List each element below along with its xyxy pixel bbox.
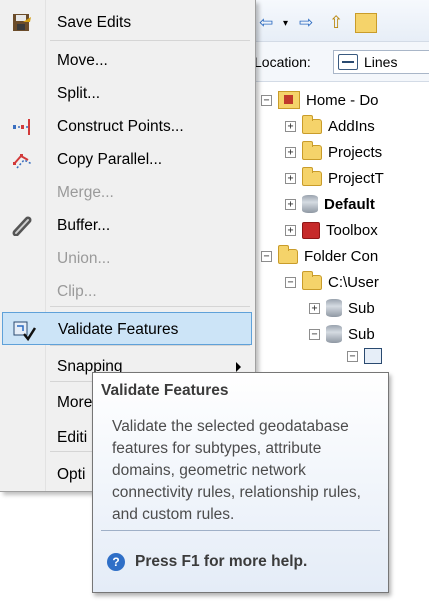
menu-item-label: Copy Parallel... bbox=[57, 151, 163, 168]
tree-row-label: AddIns bbox=[328, 117, 375, 135]
tree-row[interactable]: − Home - Do bbox=[261, 87, 379, 113]
menu-item-save-edits[interactable]: Save Edits bbox=[0, 6, 253, 39]
tooltip-help: ? Press F1 for more help. bbox=[107, 553, 307, 571]
menu-item-label: Merge... bbox=[57, 184, 114, 201]
forward-arrow-icon[interactable]: ⇨ bbox=[299, 13, 313, 33]
expand-icon[interactable]: + bbox=[285, 120, 296, 132]
tree-row-label: Sub bbox=[348, 299, 375, 317]
tree-row[interactable]: + Projects bbox=[285, 139, 382, 165]
tree-row-label: Home - Do bbox=[306, 91, 379, 109]
folder-icon bbox=[302, 140, 322, 160]
up-one-level-icon[interactable]: ⇧ bbox=[329, 13, 343, 33]
collapse-icon[interactable]: − bbox=[309, 328, 320, 340]
tooltip: Validate Features Validate the selected … bbox=[92, 372, 389, 593]
menu-item-label: Union... bbox=[57, 250, 111, 267]
toolbox-icon bbox=[302, 221, 320, 239]
tree-row-feature-dataset[interactable]: − bbox=[347, 343, 386, 369]
construct-points-icon bbox=[12, 117, 34, 137]
menu-item-copy-parallel[interactable]: Copy Parallel... bbox=[0, 143, 253, 176]
submenu-arrow-icon bbox=[236, 362, 241, 372]
collapse-icon[interactable]: − bbox=[285, 276, 296, 288]
menu-item-label: Clip... bbox=[57, 283, 97, 300]
buffer-icon bbox=[12, 216, 34, 237]
geodatabase-icon bbox=[326, 325, 342, 343]
feature-class-lines-icon bbox=[338, 54, 358, 70]
menu-item-buffer[interactable]: Buffer... bbox=[0, 209, 253, 242]
folder-connection-icon bbox=[302, 270, 322, 290]
expand-icon[interactable]: + bbox=[285, 172, 296, 184]
menu-item-label: Editi bbox=[57, 429, 88, 446]
save-edits-icon bbox=[12, 13, 34, 33]
collapse-icon[interactable]: − bbox=[347, 350, 358, 362]
tree-row-label: ProjectT bbox=[328, 169, 384, 187]
expand-icon[interactable]: + bbox=[285, 146, 296, 158]
menu-item-split[interactable]: Split... bbox=[0, 77, 253, 110]
tree-row-label: Sub bbox=[348, 325, 375, 343]
tooltip-divider bbox=[101, 530, 380, 531]
home-folder-icon bbox=[278, 91, 300, 109]
home-icon[interactable] bbox=[355, 13, 377, 33]
feature-dataset-icon bbox=[364, 348, 382, 364]
tree-row-label: Toolbox bbox=[326, 221, 378, 239]
help-icon: ? bbox=[107, 553, 125, 571]
tree-row[interactable]: − Folder Con bbox=[261, 243, 378, 269]
menu-item-move[interactable]: Move... bbox=[0, 44, 253, 77]
menu-item-label: Save Edits bbox=[57, 14, 132, 31]
tree-row-label: C:\User bbox=[328, 273, 379, 291]
menu-item-label: Construct Points... bbox=[57, 118, 184, 135]
collapse-icon[interactable]: − bbox=[261, 94, 272, 106]
tree-row-label: Default bbox=[324, 195, 375, 213]
location-bar: Location: Lines bbox=[251, 42, 429, 82]
folder-icon bbox=[302, 166, 322, 186]
menu-item-clip[interactable]: Clip... bbox=[0, 275, 253, 308]
menu-item-label: Split... bbox=[57, 85, 101, 102]
menu-item-label: Validate Features bbox=[58, 321, 179, 338]
expand-icon[interactable]: + bbox=[309, 302, 320, 314]
tree-row[interactable]: − C:\User bbox=[285, 269, 379, 295]
menu-separator bbox=[50, 40, 250, 41]
location-label: Location: bbox=[254, 54, 311, 70]
default-geodatabase-icon bbox=[302, 195, 318, 213]
menu-item-merge[interactable]: Merge... bbox=[0, 176, 253, 209]
menu-item-validate-features[interactable]: Validate Features bbox=[2, 312, 252, 345]
geodatabase-icon bbox=[326, 299, 342, 317]
menu-item-label: Opti bbox=[57, 466, 86, 483]
menu-item-label: Move... bbox=[57, 52, 108, 69]
tree-row[interactable]: + ProjectT bbox=[285, 165, 384, 191]
folder-connections-icon bbox=[278, 244, 298, 264]
copy-parallel-icon bbox=[12, 150, 34, 170]
menu-item-label: More bbox=[57, 394, 93, 411]
menu-item-construct-points[interactable]: Construct Points... bbox=[0, 110, 253, 143]
tree-row-label: Projects bbox=[328, 143, 383, 161]
tooltip-title: Validate Features bbox=[101, 382, 229, 399]
folder-icon bbox=[302, 114, 322, 134]
location-value: Lines bbox=[364, 54, 398, 70]
collapse-icon[interactable]: − bbox=[261, 250, 272, 262]
menu-item-union[interactable]: Union... bbox=[0, 242, 253, 275]
tooltip-help-text: Press F1 for more help. bbox=[135, 553, 308, 570]
menu-separator bbox=[50, 345, 250, 346]
expand-icon[interactable]: + bbox=[285, 198, 296, 210]
menu-item-label: Buffer... bbox=[57, 217, 111, 234]
expand-icon[interactable]: + bbox=[285, 224, 296, 236]
tree-row-label: Folder Con bbox=[304, 247, 379, 265]
back-dropdown-icon[interactable]: ▾ bbox=[283, 13, 288, 33]
tree-row[interactable]: + Default bbox=[285, 191, 375, 217]
tree-row[interactable]: + Sub bbox=[309, 295, 375, 321]
tree-row[interactable]: + AddIns bbox=[285, 113, 375, 139]
validate-features-icon bbox=[13, 320, 37, 342]
tooltip-body: Validate the selected geodatabase featur… bbox=[112, 418, 361, 523]
tree-row[interactable]: + Toolbox bbox=[285, 217, 378, 243]
back-arrow-icon[interactable]: ⇦ bbox=[259, 13, 273, 33]
catalog-toolbar: ⇦ ▾ ⇨ ⇧ bbox=[251, 0, 429, 42]
catalog-window: ⇦ ▾ ⇨ ⇧ Location: Lines − Home - Do + AddIn… bbox=[250, 0, 429, 382]
location-input[interactable]: Lines bbox=[333, 50, 429, 74]
